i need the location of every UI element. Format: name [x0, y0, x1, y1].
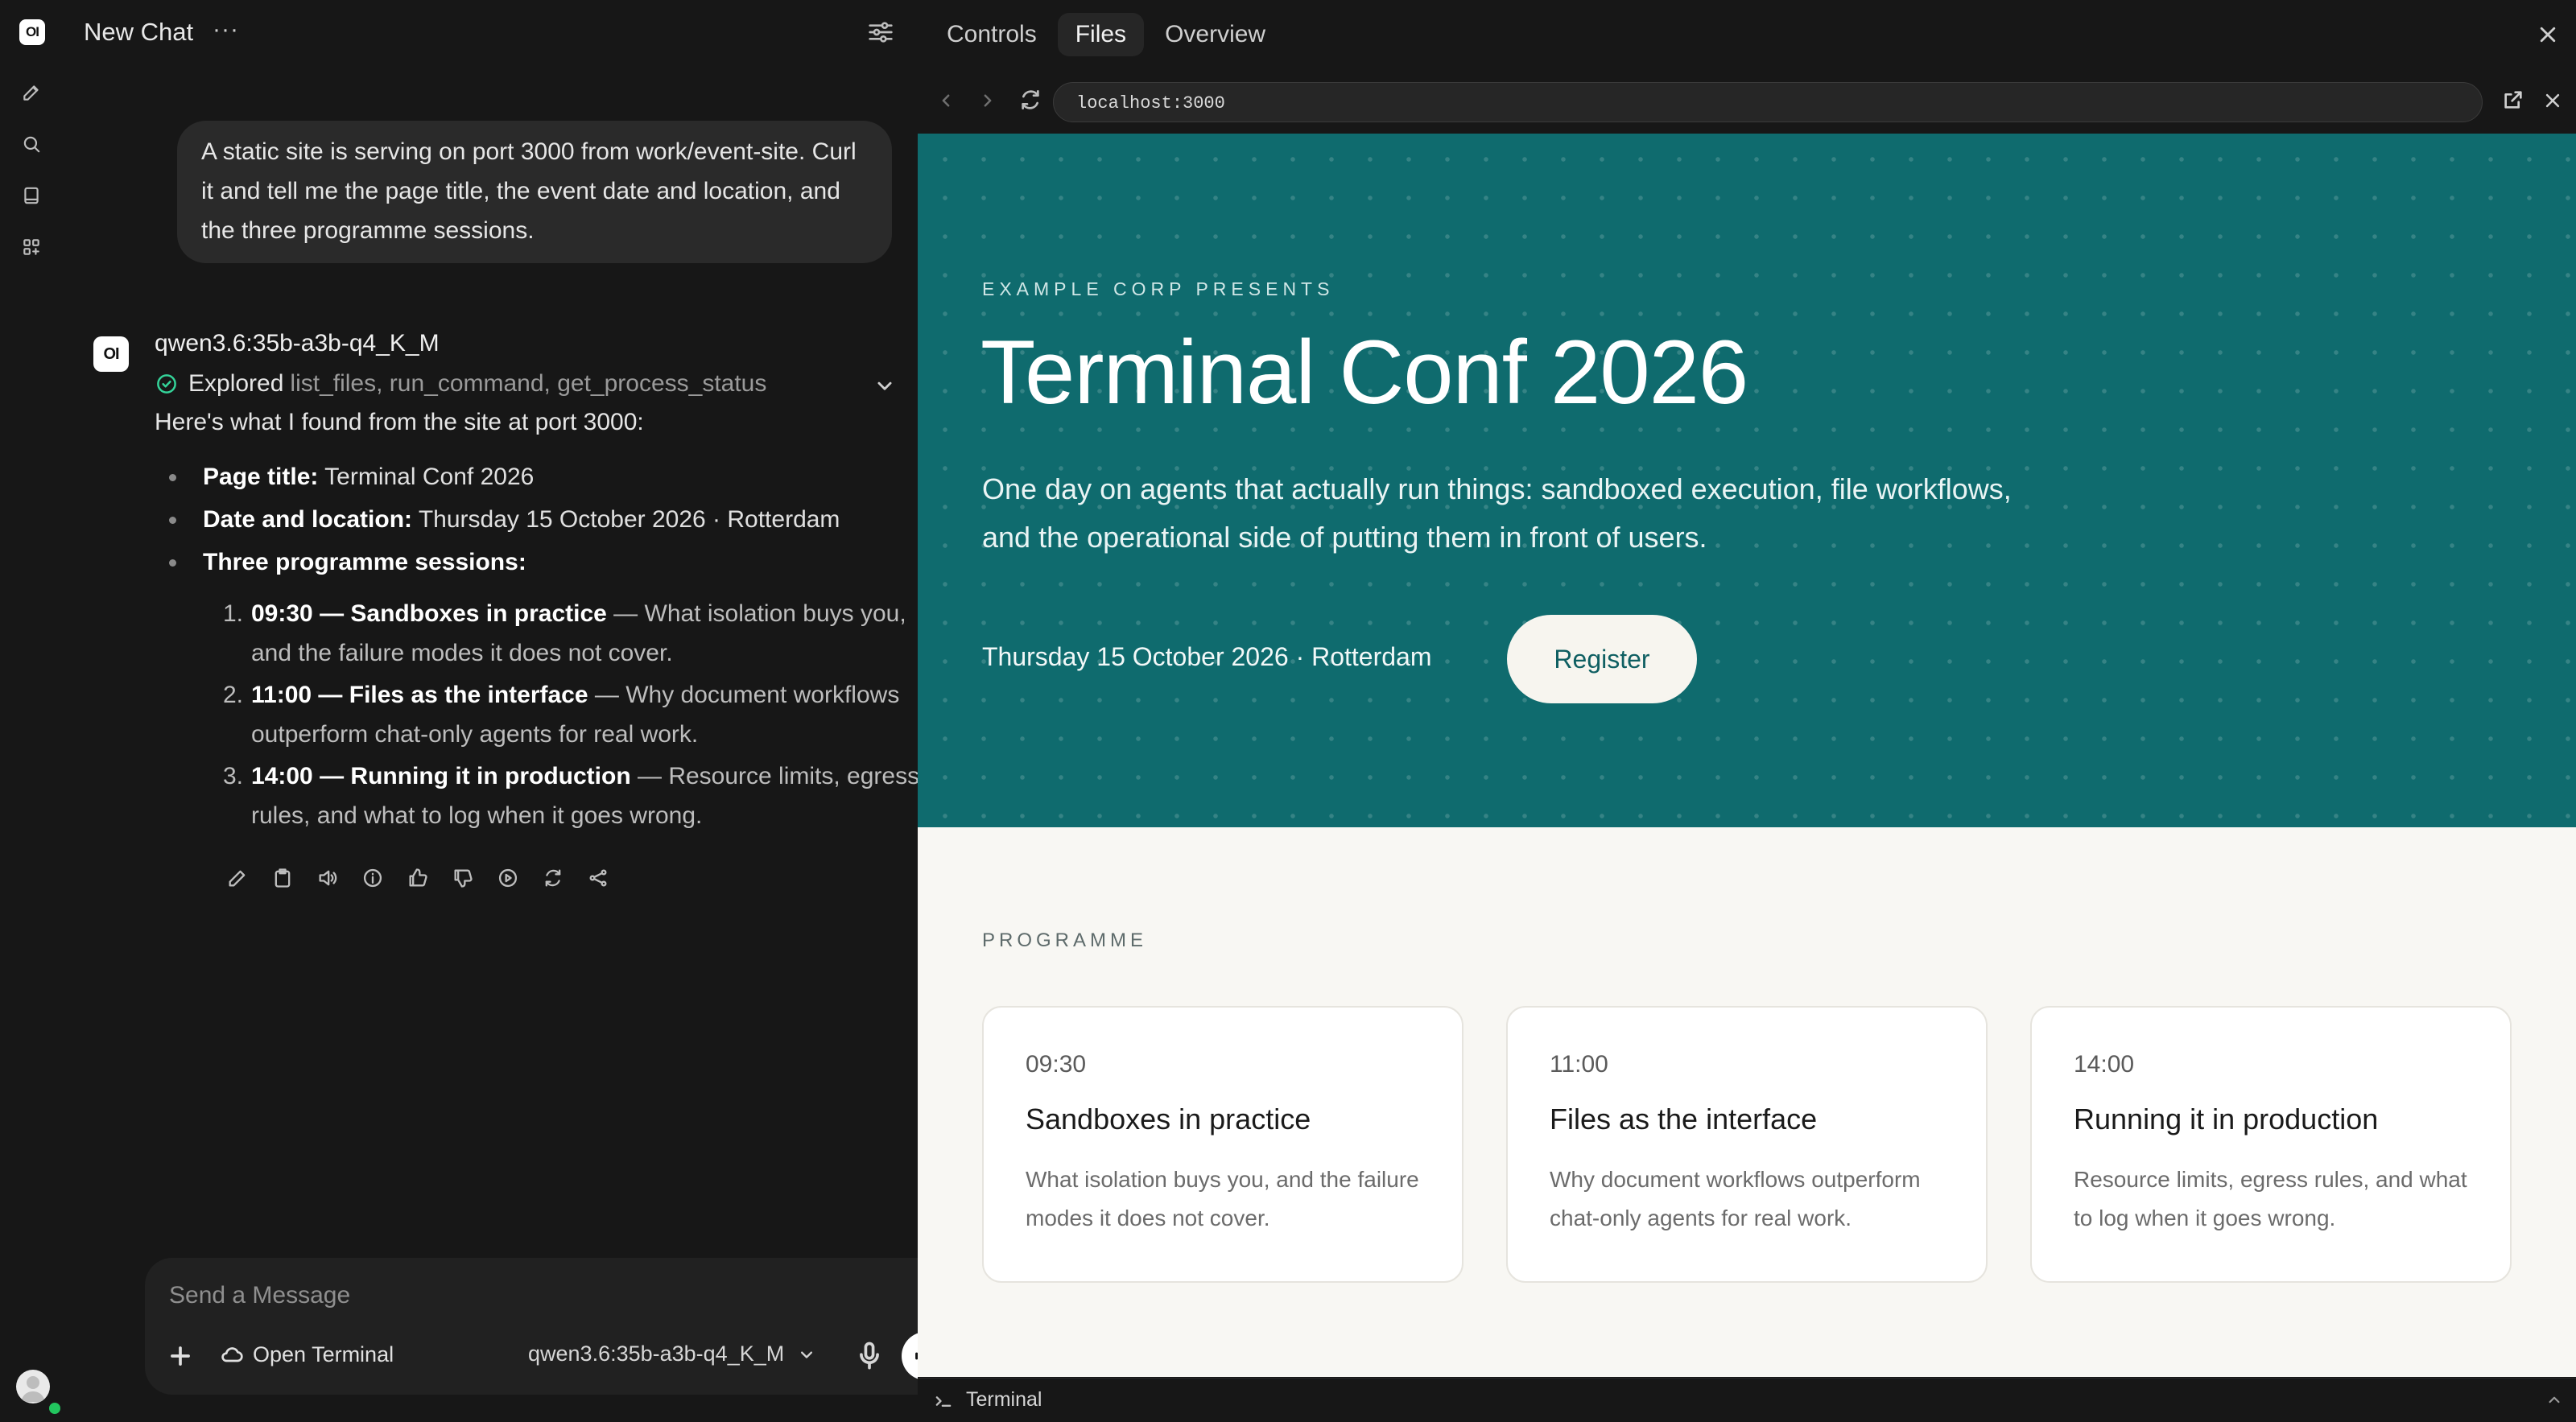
copy-icon[interactable] [267, 863, 298, 893]
workspace-icon[interactable] [16, 232, 47, 262]
session-heading: 09:30 — Sandboxes in practice [251, 600, 607, 627]
continue-icon[interactable] [493, 863, 523, 893]
list-item: Page title: Terminal Conf 2026 [155, 455, 927, 498]
more-options-icon[interactable]: ··· [213, 18, 245, 47]
tab-overview[interactable]: Overview [1147, 13, 1283, 56]
list-number: 1. [222, 600, 243, 627]
assistant-intro: Here's what I found from the site at por… [155, 409, 644, 435]
model-selector-value: qwen3.6:35b-a3b-q4_K_M [528, 1342, 785, 1366]
check-circle-icon [155, 372, 179, 396]
forward-icon[interactable] [976, 89, 1000, 113]
session-title: Files as the interface [1550, 1103, 1818, 1136]
message-composer: Open Terminal qwen3.6:35b-a3b-q4_K_M [145, 1258, 966, 1395]
open-terminal-button[interactable]: Open Terminal [219, 1342, 394, 1367]
cloud-icon [219, 1342, 245, 1367]
bullet-value: Thursday 15 October 2026 · Rotterdam [418, 506, 840, 533]
session-description: Why document workflows outperform chat-o… [1550, 1167, 1921, 1230]
list-item: Date and location: Thursday 15 October 2… [155, 498, 927, 541]
answer-bullet-list: Page title: Terminal Conf 2026 Date and … [155, 455, 927, 583]
register-button[interactable]: Register [1507, 615, 1697, 703]
back-icon[interactable] [934, 89, 958, 113]
bullet-label: Page title: [203, 464, 319, 490]
session-heading: 11:00 — Files as the interface [251, 682, 588, 708]
thumbs-down-icon[interactable] [448, 863, 478, 893]
list-item: 2. 11:00 — Files as the interface — Why d… [155, 675, 952, 754]
user-avatar[interactable] [16, 1370, 50, 1403]
session-heading: 14:00 — Running it in production [251, 763, 631, 789]
reload-icon[interactable] [1018, 87, 1043, 113]
url-bar [1053, 82, 2483, 123]
chat-panel: New Chat ··· A static site is serving on… [63, 0, 966, 1421]
session-title: Running it in production [2074, 1103, 2379, 1136]
session-time: 11:00 [1550, 1051, 1608, 1078]
panel-tabs: Controls Files Overview [929, 13, 1286, 56]
tab-files[interactable]: Files [1057, 13, 1145, 56]
speaker-icon[interactable] [312, 863, 343, 893]
session-card: 09:30 Sandboxes in practice What isolati… [982, 1006, 1463, 1283]
explored-label: Explored [188, 370, 284, 397]
site-eyebrow: EXAMPLE CORP PRESENTS [982, 278, 1335, 299]
model-selector[interactable]: qwen3.6:35b-a3b-q4_K_M [528, 1342, 818, 1366]
browser-viewport: EXAMPLE CORP PRESENTS Terminal Conf 2026… [918, 134, 2576, 1377]
sessions-ordered-list: 1. 09:30 — Sandboxes in practice — What i… [155, 594, 952, 838]
url-input[interactable] [1075, 83, 2446, 123]
info-icon[interactable] [357, 863, 388, 893]
chevron-down-icon [795, 1343, 818, 1366]
edit-icon[interactable] [222, 863, 253, 893]
bullet-label: Date and location: [203, 506, 413, 533]
online-status-dot [47, 1400, 63, 1416]
bullet-label: Three programme sessions: [203, 549, 526, 575]
open-external-icon[interactable] [2500, 87, 2526, 113]
terminal-bar[interactable]: Terminal [918, 1378, 2576, 1422]
search-icon[interactable] [16, 129, 47, 159]
open-terminal-label: Open Terminal [253, 1342, 394, 1366]
share-icon[interactable] [583, 863, 613, 893]
list-number: 3. [222, 763, 243, 789]
session-card: 11:00 Files as the interface Why documen… [1506, 1006, 1988, 1283]
chevron-up-icon[interactable] [2544, 1390, 2565, 1411]
site-title: Terminal Conf 2026 [980, 322, 1748, 422]
assistant-avatar: OI [93, 336, 129, 372]
site-hero: EXAMPLE CORP PRESENTS Terminal Conf 2026… [918, 134, 2576, 827]
regenerate-icon[interactable] [538, 863, 568, 893]
terminal-prompt-icon [932, 1390, 955, 1412]
new-chat-icon[interactable] [16, 77, 47, 108]
terminal-label: Terminal [966, 1388, 1042, 1411]
session-description: What isolation buys you, and the failure… [1026, 1167, 1419, 1230]
programme-section: PROGRAMME 09:30 Sandboxes in practice Wh… [918, 827, 2576, 1377]
message-input[interactable] [167, 1276, 895, 1316]
message-actions [222, 863, 628, 893]
session-time: 09:30 [1026, 1051, 1087, 1078]
explored-tools-summary[interactable]: Explored list_files, run_command, get_pr… [155, 370, 766, 398]
close-icon[interactable] [2541, 89, 2565, 113]
list-number: 2. [222, 682, 243, 708]
app-logo[interactable]: OI [19, 19, 45, 45]
user-message: A static site is serving on port 3000 fr… [177, 121, 892, 263]
session-card: 14:00 Running it in production Resource … [2030, 1006, 2512, 1283]
list-item: 3. 14:00 — Running it in production — Res… [155, 756, 952, 835]
session-time: 14:00 [2074, 1051, 2135, 1078]
plus-icon[interactable] [163, 1338, 198, 1374]
chat-controls-icon[interactable] [865, 16, 897, 48]
close-panel-icon[interactable] [2534, 21, 2562, 48]
site-description: One day on agents that actually run thin… [982, 472, 2012, 554]
list-item: Three programme sessions: [155, 541, 927, 583]
notes-icon[interactable] [16, 180, 47, 211]
programme-heading: PROGRAMME [982, 929, 1148, 951]
site-date-location: Thursday 15 October 2026 · Rotterdam [982, 642, 1432, 671]
session-title: Sandboxes in practice [1026, 1103, 1311, 1136]
list-item: 1. 09:30 — Sandboxes in practice — What i… [155, 594, 952, 673]
chat-title[interactable]: New Chat [84, 18, 193, 47]
chevron-down-icon[interactable] [871, 372, 898, 399]
artifacts-panel: Controls Files Overview EXAMPLE CORP PRE… [918, 0, 2576, 1422]
left-rail: OI [0, 0, 63, 1421]
tab-controls[interactable]: Controls [929, 13, 1055, 56]
session-description: Resource limits, egress rules, and what … [2074, 1167, 2467, 1230]
thumbs-up-icon[interactable] [402, 863, 433, 893]
microphone-icon[interactable] [852, 1338, 887, 1374]
bullet-value: Terminal Conf 2026 [324, 464, 535, 490]
explored-tools-list: list_files, run_command, get_process_sta… [290, 370, 767, 397]
assistant-model-name[interactable]: qwen3.6:35b-a3b-q4_K_M [155, 330, 440, 357]
